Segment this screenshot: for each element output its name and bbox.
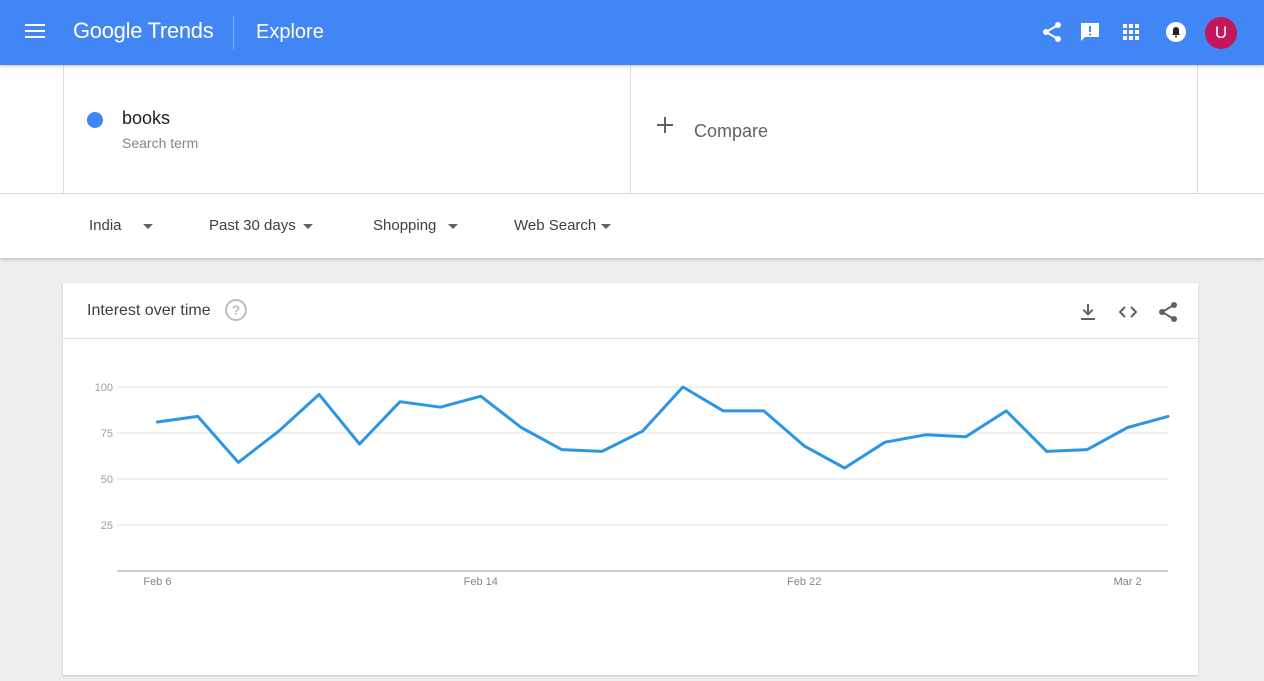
caret-down-icon — [143, 224, 153, 229]
card-title: Interest over time — [87, 302, 211, 319]
embed-code-icon[interactable] — [1116, 300, 1140, 324]
x-tick-label: Feb 14 — [464, 576, 498, 588]
region-dropdown[interactable]: India — [89, 217, 153, 234]
y-tick-label: 50 — [101, 474, 113, 486]
help-icon[interactable]: ? — [225, 299, 247, 321]
x-tick-label: Mar 2 — [1114, 576, 1142, 588]
feedback-icon[interactable] — [1078, 20, 1102, 44]
y-tick-label: 75 — [101, 428, 113, 440]
search-term-card[interactable]: books Search term — [63, 65, 631, 194]
search-terms-panel: books Search term Compare — [0, 65, 1264, 194]
region-label: India — [89, 217, 122, 234]
share-icon[interactable] — [1040, 20, 1064, 44]
top-app-bar: Google Trends Explore U — [0, 0, 1264, 65]
interest-over-time-card: Interest over time ? 25 50 75 100 Feb 6 Feb 1… — [63, 283, 1198, 675]
caret-down-icon — [601, 224, 611, 229]
search-property-dropdown[interactable]: Web Search — [514, 217, 611, 234]
page-title: Explore — [256, 21, 324, 43]
plus-icon — [657, 117, 673, 133]
category-dropdown[interactable]: Shopping — [373, 217, 458, 234]
x-tick-label: Feb 22 — [787, 576, 821, 588]
download-icon[interactable] — [1076, 300, 1100, 324]
account-avatar[interactable]: U — [1205, 17, 1237, 49]
search-term-type: Search term — [122, 135, 199, 151]
search-property-label: Web Search — [514, 217, 597, 234]
x-tick-label: Feb 6 — [143, 576, 171, 588]
series-line-books — [155, 385, 1170, 470]
header-divider — [233, 16, 234, 49]
y-tick-label: 100 — [95, 382, 113, 394]
category-label: Shopping — [373, 217, 437, 234]
y-tick-label: 25 — [101, 520, 113, 532]
time-range-label: Past 30 days — [209, 217, 296, 234]
compare-label: Compare — [694, 121, 769, 141]
caret-down-icon — [303, 224, 313, 229]
interest-line-chart: 25 50 75 100 Feb 6 Feb 14 Feb 22 Mar 2 — [95, 382, 1170, 588]
apps-grid-icon[interactable] — [1119, 20, 1143, 44]
time-range-dropdown[interactable]: Past 30 days — [209, 217, 313, 234]
caret-down-icon — [448, 224, 458, 229]
compare-button[interactable]: Compare — [631, 65, 1198, 194]
google-trends-logo[interactable]: Google Trends — [73, 18, 214, 44]
notifications-icon[interactable] — [1164, 20, 1188, 44]
term-color-dot — [87, 112, 103, 128]
search-term-name[interactable]: books — [122, 108, 170, 129]
menu-icon[interactable] — [22, 20, 48, 44]
share-icon[interactable] — [1156, 300, 1180, 324]
filter-bar: India Past 30 days Shopping Web Search — [0, 194, 1264, 258]
card-header: Interest over time ? — [63, 283, 1198, 339]
